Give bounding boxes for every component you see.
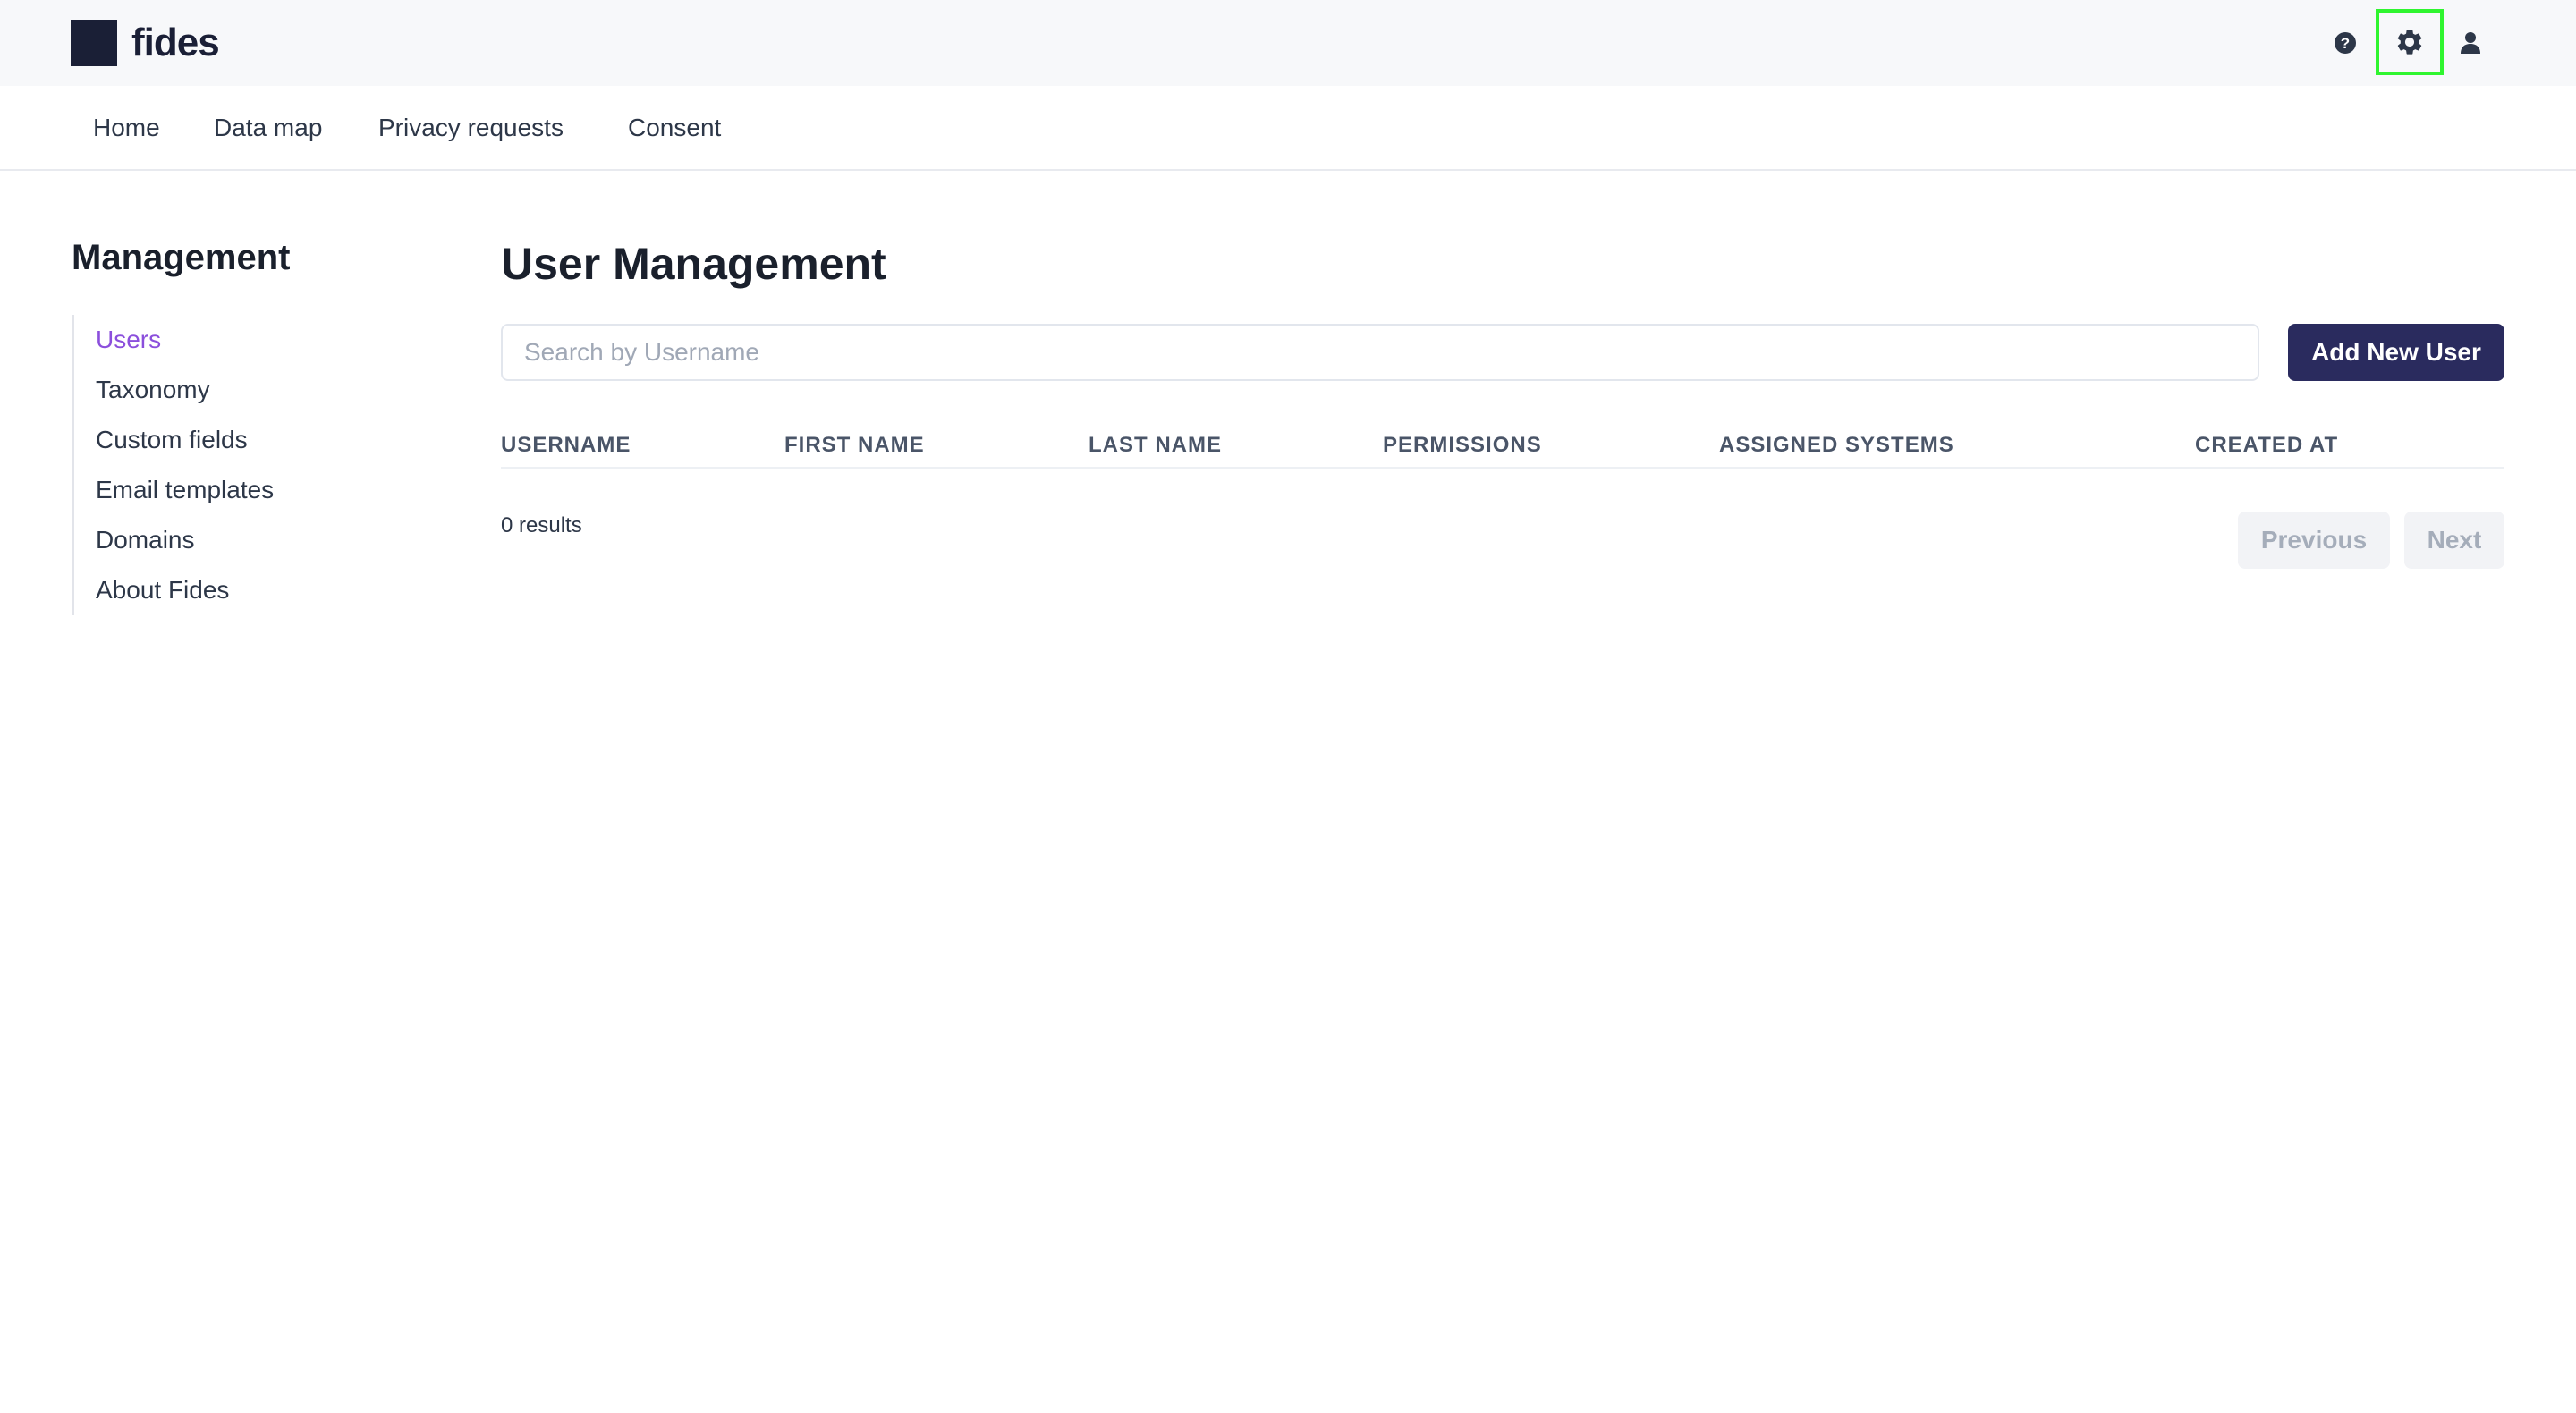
logo[interactable]: fides <box>71 20 220 66</box>
column-header-created-at[interactable]: CREATED AT <box>2195 433 2338 458</box>
previous-page-button[interactable]: Previous <box>2238 512 2390 569</box>
sidebar-menu: Users Taxonomy Custom fields Email templ… <box>72 315 340 615</box>
sidebar-item-custom-fields[interactable]: Custom fields <box>96 415 248 465</box>
nav-home[interactable]: Home <box>93 86 160 169</box>
table-header: USERNAME FIRST NAME LAST NAME PERMISSION… <box>501 424 2504 469</box>
user-menu-button[interactable] <box>2438 11 2503 75</box>
user-icon <box>2461 32 2480 54</box>
nav-privacy-requests[interactable]: Privacy requests <box>378 86 564 169</box>
nav-data-map[interactable]: Data map <box>214 86 322 169</box>
sidebar-item-email-templates[interactable]: Email templates <box>96 465 274 515</box>
column-header-username[interactable]: USERNAME <box>501 433 631 458</box>
logo-mark <box>71 20 117 66</box>
settings-button[interactable] <box>2376 9 2444 75</box>
column-header-permissions[interactable]: PERMISSIONS <box>1383 433 1542 458</box>
gear-icon <box>2397 30 2422 55</box>
results-count: 0 results <box>501 513 582 537</box>
column-header-assigned-systems[interactable]: ASSIGNED SYSTEMS <box>1719 433 1954 458</box>
nav-consent[interactable]: Consent <box>628 86 721 169</box>
top-header: fides ? <box>0 0 2576 86</box>
logo-text: fides <box>131 21 220 64</box>
sidebar-item-about-fides[interactable]: About Fides <box>96 565 229 615</box>
svg-text:?: ? <box>2341 35 2350 52</box>
add-new-user-button[interactable]: Add New User <box>2288 324 2504 381</box>
sidebar-title: Management <box>72 238 291 277</box>
next-page-button[interactable]: Next <box>2404 512 2504 569</box>
sidebar-item-taxonomy[interactable]: Taxonomy <box>96 365 210 415</box>
help-icon: ? <box>2334 32 2356 54</box>
sidebar-item-users[interactable]: Users <box>96 315 161 365</box>
page-title: User Management <box>501 239 886 289</box>
search-input[interactable] <box>501 324 2259 381</box>
help-button[interactable]: ? <box>2313 11 2377 75</box>
main-nav: Home Data map Privacy requests Consent <box>0 86 2576 171</box>
sidebar-item-domains[interactable]: Domains <box>96 515 194 565</box>
column-header-last-name[interactable]: LAST NAME <box>1089 433 1222 458</box>
column-header-first-name[interactable]: FIRST NAME <box>784 433 925 458</box>
